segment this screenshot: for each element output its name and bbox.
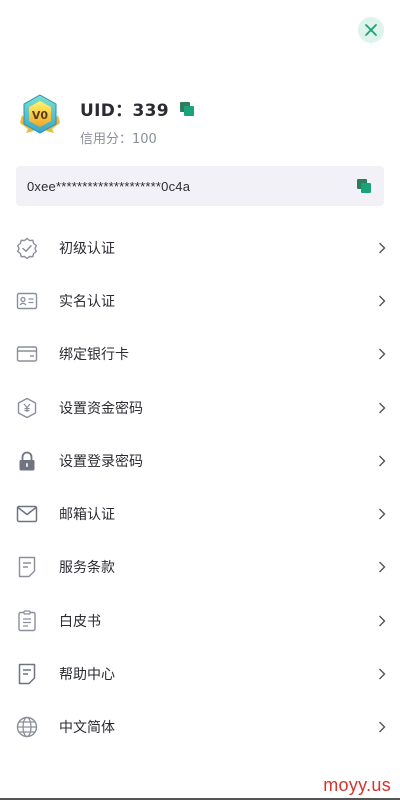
settings-menu: 初级认证 实名认证 绑定银行卡 设置资金密码 设置登录密码 邮箱认证 服务条款 … — [0, 221, 400, 754]
menu-item-terms-of-service[interactable]: 服务条款 — [0, 541, 400, 594]
menu-item-bind-bank-card[interactable]: 绑定银行卡 — [0, 328, 400, 381]
menu-item-login-password[interactable]: 设置登录密码 — [0, 434, 400, 487]
svg-text:V0: V0 — [32, 109, 49, 122]
menu-item-label: 初级认证 — [59, 240, 115, 257]
menu-item-language[interactable]: 中文简体 — [0, 701, 400, 754]
wallet-address-box: 0xee********************0c4a — [16, 166, 384, 206]
menu-item-basic-verification[interactable]: 初级认证 — [0, 221, 400, 274]
menu-item-email-verification[interactable]: 邮箱认证 — [0, 487, 400, 540]
verified-badge-icon — [17, 237, 37, 259]
chevron-right-icon — [379, 508, 386, 520]
envelope-icon — [16, 505, 38, 523]
chevron-right-icon — [379, 295, 386, 307]
menu-item-label: 帮助中心 — [59, 667, 115, 684]
clipboard-icon — [18, 610, 36, 631]
menu-item-whitepaper[interactable]: 白皮书 — [0, 594, 400, 647]
chevron-right-icon — [379, 668, 386, 680]
chevron-right-icon — [379, 615, 386, 627]
menu-item-label: 白皮书 — [59, 613, 101, 630]
menu-item-fund-password[interactable]: 设置资金密码 — [0, 381, 400, 434]
menu-item-label: 实名认证 — [59, 293, 115, 310]
menu-item-help-center[interactable]: 帮助中心 — [0, 647, 400, 700]
uid-label: UID：339 — [80, 101, 169, 121]
menu-item-label: 邮箱认证 — [59, 507, 115, 524]
copy-uid-icon[interactable] — [179, 101, 195, 117]
menu-item-label: 服务条款 — [59, 560, 115, 577]
help-document-icon — [18, 663, 36, 685]
close-button[interactable] — [358, 17, 384, 43]
chevron-right-icon — [379, 721, 386, 733]
menu-item-label: 设置资金密码 — [59, 400, 143, 417]
globe-icon — [16, 717, 38, 738]
chevron-right-icon — [379, 348, 386, 360]
chevron-right-icon — [379, 561, 386, 573]
credit-score: 信用分：100 — [80, 132, 157, 147]
menu-item-label: 绑定银行卡 — [59, 347, 129, 364]
lock-icon — [19, 451, 35, 471]
watermark: moyy.us — [323, 775, 391, 795]
yuan-shield-icon — [17, 397, 37, 418]
wallet-address: 0xee********************0c4a — [27, 178, 191, 194]
chevron-right-icon — [379, 242, 386, 254]
menu-item-label: 设置登录密码 — [59, 453, 143, 470]
document-icon — [18, 557, 36, 578]
vip-level-badge-icon: V0 — [20, 94, 60, 134]
chevron-right-icon — [379, 402, 386, 414]
profile-section: V0 UID：339 信用分：100 — [18, 93, 195, 147]
menu-item-label: 中文简体 — [59, 720, 115, 737]
menu-item-real-name-verification[interactable]: 实名认证 — [0, 274, 400, 327]
id-card-icon — [16, 292, 38, 310]
close-icon — [365, 24, 377, 36]
copy-address-icon[interactable] — [356, 178, 372, 194]
bank-card-icon — [16, 346, 38, 362]
chevron-right-icon — [379, 455, 386, 467]
